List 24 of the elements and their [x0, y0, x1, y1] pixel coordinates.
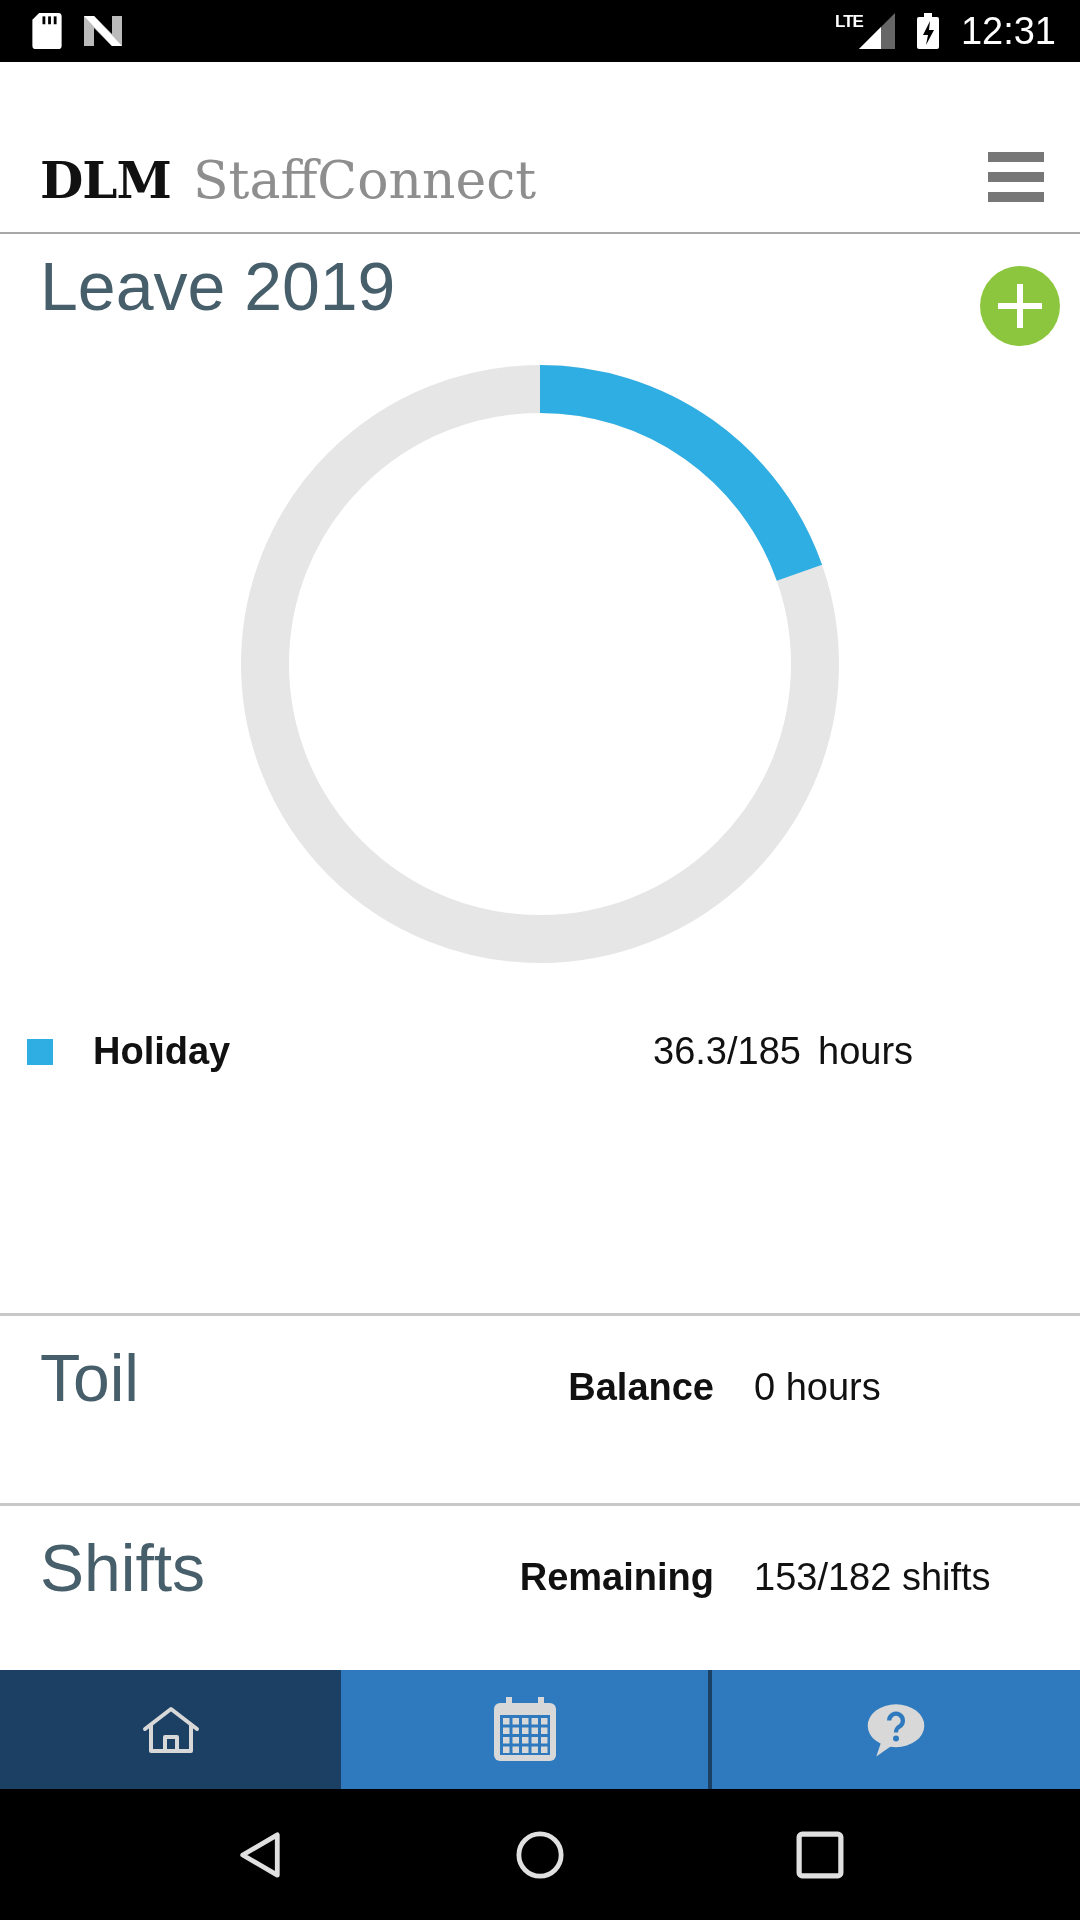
app-name: StaffConnect [192, 150, 537, 210]
sd-card-icon [32, 13, 62, 49]
remaining-value: 153/182 shifts [754, 1556, 992, 1599]
nav-tab[interactable] [341, 1670, 708, 1789]
section-title: Leave 2019 [40, 247, 396, 326]
clock-time: 12:31 [960, 9, 1056, 53]
battery-icon [916, 13, 939, 49]
balance-value: 0 hours [754, 1366, 882, 1409]
calendar-icon [491, 1696, 558, 1763]
network-label: LTE [835, 12, 863, 32]
leave-unit: hours [818, 1030, 914, 1073]
help-icon [866, 1702, 926, 1757]
section-title: Shifts [40, 1530, 206, 1607]
recent-apps-icon[interactable] [796, 1830, 844, 1879]
leave-type: Holiday [93, 1030, 232, 1073]
nav-tab[interactable] [708, 1670, 1080, 1789]
remaining-label: Remaining [519, 1556, 714, 1599]
n-logo-icon [84, 16, 122, 46]
balance-label: Balance [568, 1366, 714, 1409]
menu-button[interactable] [988, 152, 1044, 202]
section-title: Toil [40, 1340, 140, 1417]
brand-logo: DLM [40, 151, 171, 210]
home-circle-icon[interactable] [516, 1830, 564, 1879]
leave-used: 36.3/185 [653, 1030, 802, 1073]
